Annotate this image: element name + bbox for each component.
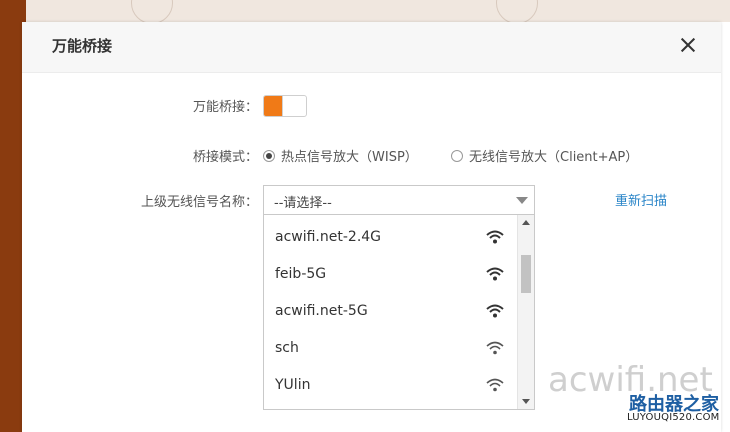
- upstream-ssid-label: 上级无线信号名称：: [140, 195, 258, 210]
- background-icon: [131, 0, 173, 24]
- list-item[interactable]: acwifi.net-2.4G: [264, 219, 518, 256]
- bridge-toggle-label: 万能桥接：: [192, 100, 258, 115]
- ssid-dropdown-list: acwifi.net-2.4G feib-5G acwifi.net-5G sc…: [263, 214, 535, 410]
- list-item[interactable]: acwifi.net-5G: [264, 293, 518, 330]
- wifi-signal-icon: [486, 378, 504, 392]
- scroll-down-icon[interactable]: [522, 399, 530, 404]
- rescan-link[interactable]: 重新扫描: [615, 190, 667, 209]
- network-ssid: acwifi.net-2.4G: [275, 229, 382, 245]
- ssid-select-value: --请选择--: [274, 196, 332, 211]
- background-header: [26, 0, 730, 24]
- radio-unselected-icon[interactable]: [451, 149, 463, 162]
- mode-option-wisp[interactable]: 热点信号放大（WISP）: [263, 146, 418, 165]
- network-ssid: YUlin: [275, 377, 311, 393]
- list-item[interactable]: feib-5G: [264, 256, 518, 293]
- radio-selected-icon[interactable]: [263, 149, 275, 162]
- dialog-header: 万能桥接: [22, 22, 721, 73]
- mode-option-label: 热点信号放大（WISP）: [281, 150, 418, 165]
- list-item[interactable]: YUlin: [264, 367, 518, 404]
- mode-option-client-ap[interactable]: 无线信号放大（Client+AP）: [451, 146, 638, 165]
- wifi-signal-icon: [486, 341, 504, 355]
- bridge-mode-label: 桥接模式：: [192, 150, 258, 165]
- network-ssid: acwifi.net-5G: [275, 303, 368, 319]
- watermark-url: LUYOUQI520.COM: [627, 412, 720, 423]
- chevron-down-icon[interactable]: [516, 197, 528, 204]
- dialog-title: 万能桥接: [52, 37, 113, 55]
- background-icon: [496, 0, 538, 24]
- ssid-select[interactable]: --请选择--: [263, 185, 535, 215]
- mode-option-label: 无线信号放大（Client+AP）: [469, 150, 639, 165]
- dropdown-scrollbar[interactable]: [517, 215, 534, 409]
- wifi-signal-icon: [486, 230, 504, 244]
- close-icon[interactable]: [679, 36, 697, 54]
- network-ssid: feib-5G: [275, 266, 327, 282]
- wifi-signal-icon: [486, 267, 504, 281]
- toggle-knob: [282, 96, 283, 116]
- toggle-on-fill: [264, 96, 282, 116]
- scrollbar-thumb[interactable]: [521, 255, 531, 293]
- wifi-signal-icon: [486, 304, 504, 318]
- network-ssid: sch: [275, 340, 299, 356]
- list-item[interactable]: sch: [264, 330, 518, 367]
- bridge-toggle[interactable]: [263, 95, 307, 117]
- scroll-up-icon[interactable]: [522, 220, 530, 225]
